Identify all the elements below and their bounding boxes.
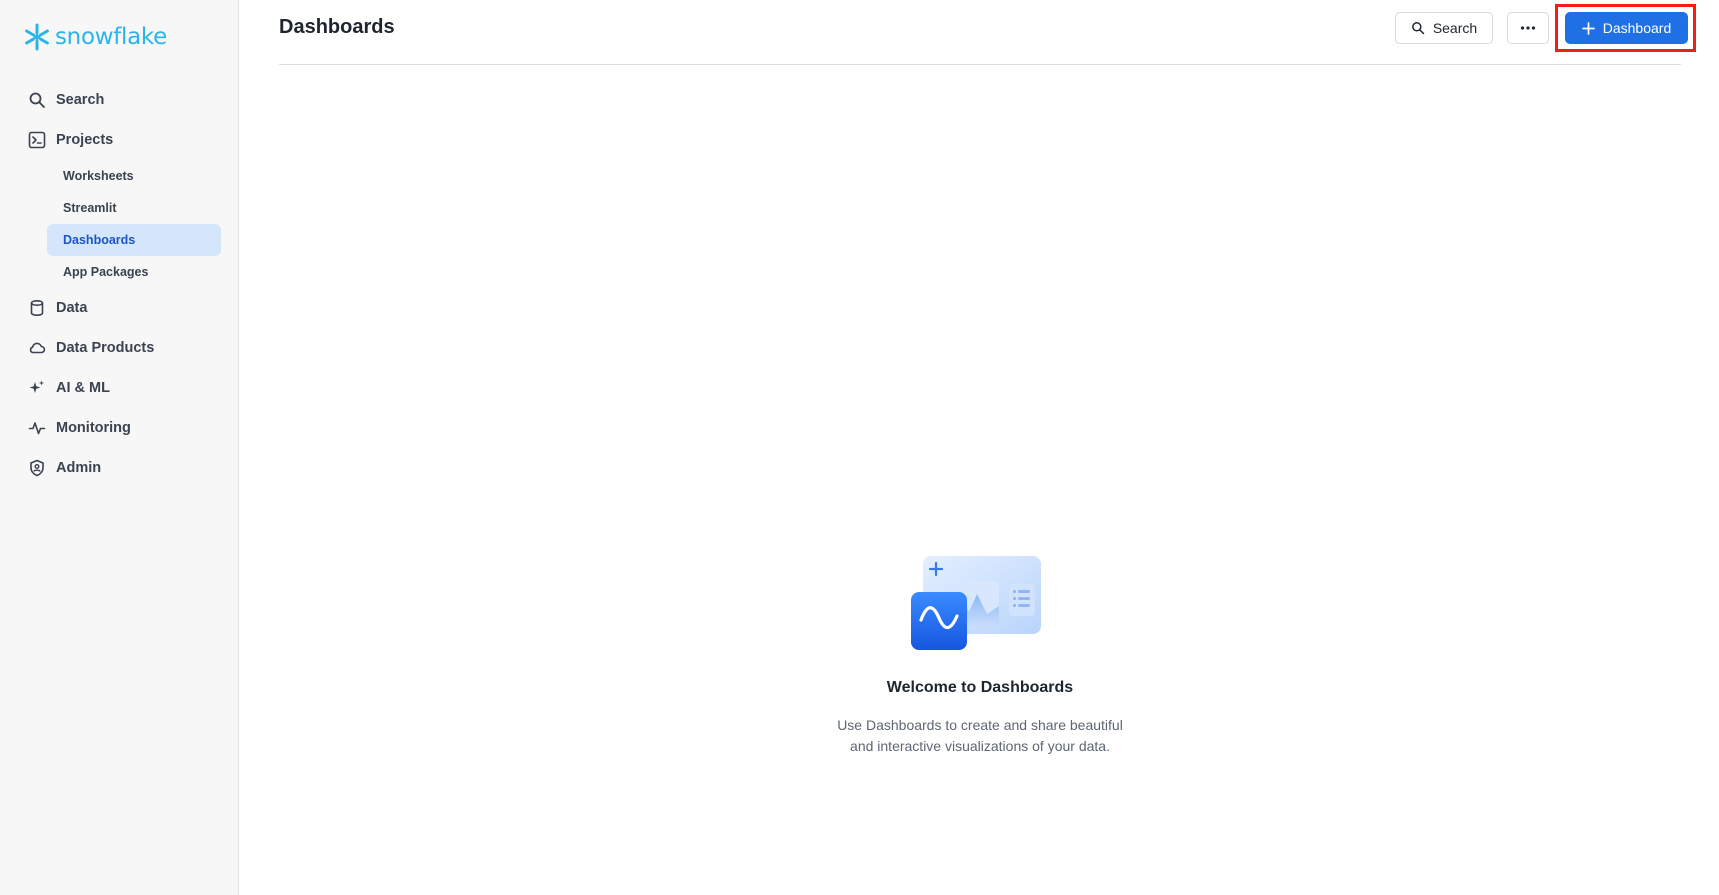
sidebar-item-data-products[interactable]: Data Products [20,332,220,364]
sidebar-subitem-label: Dashboards [63,233,136,247]
terminal-icon [20,131,56,149]
search-icon [20,91,56,109]
activity-icon [20,419,56,437]
sidebar-subitem-label: Worksheets [63,169,134,183]
more-options-button[interactable] [1507,12,1549,44]
database-icon [20,299,56,317]
sidebar-item-label: Monitoring [56,420,131,436]
snowflake-logo[interactable]: snowflake [22,22,167,52]
sidebar-subitem-app-packages[interactable]: App Packages [47,256,221,288]
sidebar-item-admin[interactable]: Admin [20,452,220,484]
ellipsis-icon [1520,26,1536,30]
search-button[interactable]: Search [1395,12,1493,44]
sidebar-item-projects[interactable]: Projects [20,124,220,156]
shield-icon [20,459,56,477]
sidebar-subitem-label: Streamlit [63,201,117,215]
sidebar-item-ai-ml[interactable]: AI & ML [20,372,220,404]
sidebar-subitem-worksheets[interactable]: Worksheets [47,160,221,192]
empty-state-description-line: and interactive visualizations of your d… [850,738,1110,754]
snowflake-icon [25,23,49,51]
sparkle-icon [20,379,56,397]
sidebar-item-label: AI & ML [56,380,110,396]
sidebar-subitem-streamlit[interactable]: Streamlit [47,192,221,224]
empty-state-description: Use Dashboards to create and share beaut… [279,715,1681,757]
search-button-label: Search [1432,20,1478,36]
sidebar-item-monitoring[interactable]: Monitoring [20,412,220,444]
create-dashboard-button[interactable]: Dashboard [1565,12,1688,44]
sidebar-item-label: Search [56,92,105,108]
empty-state: Welcome to Dashboards Use Dashboards to … [279,0,1681,895]
sidebar-item-label: Data Products [56,340,155,356]
empty-state-description-line: Use Dashboards to create and share beaut… [837,717,1123,733]
sidebar-subitem-dashboards[interactable]: Dashboards [47,224,221,256]
page-title: Dashboards [279,16,395,38]
empty-state-title: Welcome to Dashboards [886,679,1074,696]
plus-icon [1581,21,1595,35]
cloud-icon [20,339,56,357]
page-header: Dashboards Search Dashboard [279,0,1696,65]
sidebar-item-data[interactable]: Data [20,292,220,324]
sidebar: snowflake Search Projects Worksheets Str… [0,0,239,895]
sidebar-subitem-label: App Packages [63,265,149,279]
sidebar-item-search[interactable]: Search [20,84,220,116]
search-icon [1411,22,1425,35]
sidebar-item-label: Admin [56,460,102,476]
brand-name: snowflake [55,24,167,50]
sidebar-item-label: Projects [56,132,114,148]
sidebar-item-label: Data [56,300,88,316]
create-dashboard-label: Dashboard [1602,20,1672,36]
dashboard-illustration-icon [911,556,1041,650]
